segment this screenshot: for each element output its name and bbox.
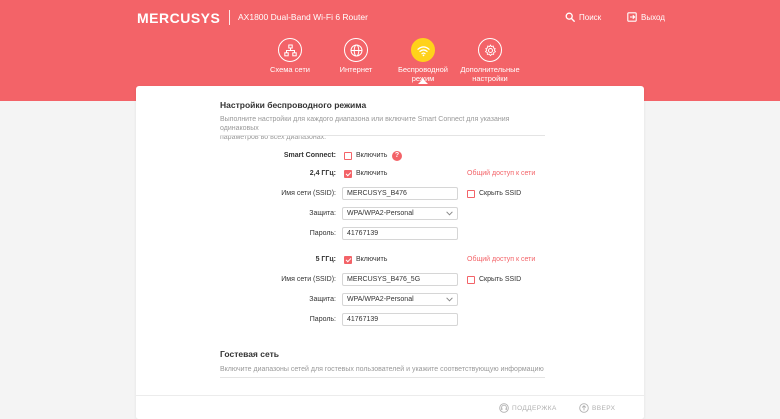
arrow-up-icon (579, 403, 589, 413)
band-5-enable-checkbox[interactable] (344, 256, 352, 264)
band-5-security-value: WPA/WPA2-Personal (347, 296, 414, 303)
band-24-share-network-link[interactable]: Общий доступ к сети (467, 170, 535, 177)
tab-internet-label: Интернет (339, 65, 373, 74)
section-divider (220, 377, 545, 378)
band-5-security-select[interactable]: WPA/WPA2-Personal (342, 293, 458, 306)
tab-wireless[interactable]: Беспроводной режим (388, 38, 458, 83)
help-icon[interactable]: ? (392, 151, 402, 161)
band-5-share-network-link[interactable]: Общий доступ к сети (467, 256, 535, 263)
network-map-icon (278, 38, 302, 62)
logout-label: Выход (641, 12, 665, 22)
headset-icon (499, 403, 509, 413)
band-5-security-label: Защита: (309, 296, 336, 303)
band-24-ssid-label: Имя сети (SSID): (281, 190, 336, 197)
support-label: ПОДДЕРЖКА (512, 404, 557, 412)
band-5-password-label: Пароль: (309, 316, 336, 323)
tab-advanced-label: Дополнительные настройки (460, 65, 520, 83)
search-label: Поиск (579, 12, 602, 22)
smart-connect-enable-label: Включить (356, 152, 388, 159)
guest-network-description: Включите диапазоны сетей для гостевых по… (220, 366, 544, 373)
band-24-enable-checkbox[interactable] (344, 170, 352, 178)
band-24-security-value: WPA/WPA2-Personal (347, 210, 414, 217)
brand-logo[interactable]: MERCUSYS (137, 10, 220, 26)
band-24-label: 2,4 ГГц: (309, 170, 336, 177)
tab-advanced[interactable]: Дополнительные настройки (455, 38, 525, 83)
band-24-password-label: Пароль: (309, 230, 336, 237)
wireless-settings-title: Настройки беспроводного режима (220, 100, 367, 110)
band-5-ssid-input[interactable]: MERCUSYS_B476_5G (342, 273, 458, 286)
search-icon (565, 12, 575, 22)
tab-network-map[interactable]: Схема сети (255, 38, 325, 75)
band-5-ssid-label: Имя сети (SSID): (281, 276, 336, 283)
smart-connect-label: Smart Connect: (283, 152, 336, 159)
band-24-security-label: Защита: (309, 210, 336, 217)
gear-icon (478, 38, 502, 62)
top-label: ВВЕРХ (592, 404, 616, 412)
smart-connect-checkbox[interactable] (344, 152, 352, 160)
section-divider (220, 135, 545, 136)
tab-network-map-label: Схема сети (270, 65, 310, 74)
tab-internet[interactable]: Интернет (321, 38, 391, 75)
band-24-password-input[interactable]: 41767139 (342, 227, 458, 240)
band-24-ssid-input[interactable]: MERCUSYS_B476 (342, 187, 458, 200)
active-tab-pointer (418, 79, 428, 84)
logo-separator (229, 10, 230, 25)
panel-footer: ПОДДЕРЖКА ВВЕРХ (136, 395, 644, 419)
band-5-hide-ssid-label: Скрыть SSID (479, 276, 522, 283)
band-24-hide-ssid-checkbox[interactable] (467, 190, 475, 198)
router-model: AX1800 Dual-Band Wi-Fi 6 Router (238, 12, 368, 22)
band-24-hide-ssid-label: Скрыть SSID (479, 190, 522, 197)
logout-icon (627, 12, 637, 22)
chevron-down-icon (446, 297, 453, 302)
chevron-down-icon (446, 211, 453, 216)
band-24-security-select[interactable]: WPA/WPA2-Personal (342, 207, 458, 220)
support-button[interactable]: ПОДДЕРЖКА (499, 403, 557, 413)
band-24-enable-label: Включить (356, 170, 388, 177)
globe-icon (344, 38, 368, 62)
band-5-hide-ssid-checkbox[interactable] (467, 276, 475, 284)
band-5-enable-label: Включить (356, 256, 388, 263)
band-5-password-input[interactable]: 41767139 (342, 313, 458, 326)
back-to-top-button[interactable]: ВВЕРХ (579, 403, 615, 413)
settings-panel: Настройки беспроводного режима Выполните… (136, 86, 644, 419)
wireless-settings-description: Выполните настройки для каждого диапазон… (220, 116, 510, 141)
wifi-icon (411, 38, 435, 62)
search-button[interactable]: Поиск (565, 12, 601, 22)
guest-network-title: Гостевая сеть (220, 349, 279, 359)
logout-button[interactable]: Выход (627, 12, 665, 22)
band-5-label: 5 ГГц: (315, 256, 336, 263)
